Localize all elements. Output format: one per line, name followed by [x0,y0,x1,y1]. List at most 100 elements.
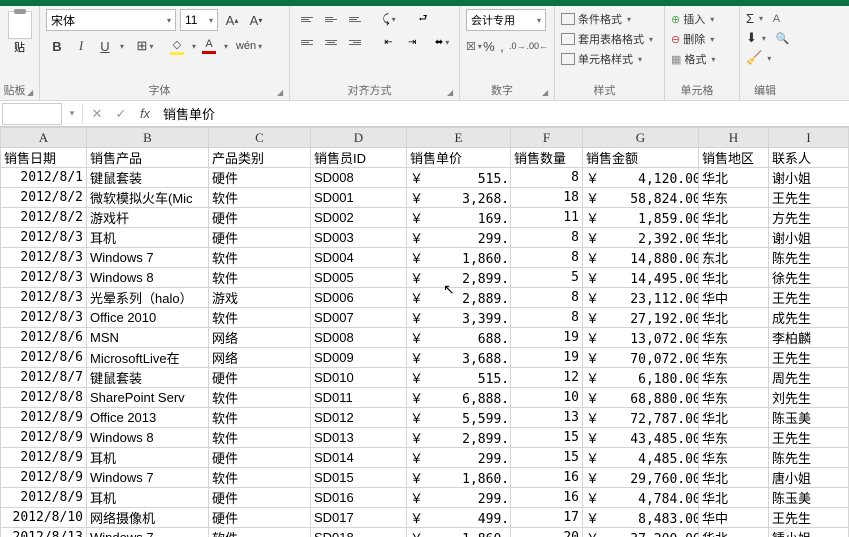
cell[interactable]: Windows 7 [87,248,209,268]
cell[interactable]: 2012/8/7 [1,368,87,388]
table-row[interactable]: 2012/8/3Windows 8软件SD005￥ 2,899.005￥ 14,… [1,268,849,288]
cell[interactable]: SD011 [311,388,407,408]
table-row[interactable]: 2012/8/7键鼠套装硬件SD010￥ 515.0012￥ 6,180.00华… [1,368,849,388]
cell[interactable]: 键鼠套装 [87,368,209,388]
cell[interactable]: ￥ 4,784.00 [583,488,699,508]
cell[interactable]: 15 [511,428,583,448]
cell[interactable]: 19 [511,348,583,368]
table-row[interactable]: 2012/8/3Office 2010软件SD007￥ 3,399.008￥ 2… [1,308,849,328]
cell[interactable]: Windows 7 [87,528,209,537]
cell[interactable]: 华中 [699,508,769,528]
cell[interactable]: ￥ 70,072.00 [583,348,699,368]
cell[interactable]: ￥ 72,787.00 [583,408,699,428]
cell[interactable]: MicrosoftLive在 [87,348,209,368]
table-row[interactable]: 2012/8/13Windows 7软件SD018￥ 1,860.0020￥ 3… [1,528,849,537]
cell[interactable]: 华东 [699,448,769,468]
cell[interactable]: 耳机 [87,488,209,508]
italic-button[interactable]: I [70,35,92,57]
fx-button[interactable]: fx [133,103,157,125]
cell[interactable]: 游戏 [209,288,311,308]
cell[interactable]: 2012/8/9 [1,468,87,488]
dialog-launcher-icon[interactable]: ◢ [277,88,287,98]
cell[interactable]: 软件 [209,308,311,328]
cell[interactable]: 微软模拟火车(Mic [87,188,209,208]
cell[interactable]: 硬件 [209,208,311,228]
cell[interactable]: ￥ 3,688.00 [407,348,511,368]
insert-button[interactable]: ⊕插入▾ [671,9,733,29]
cell[interactable]: Office 2010 [87,308,209,328]
increase-font-button[interactable]: A▴ [222,10,242,30]
column-header[interactable]: H [699,128,769,148]
format-button[interactable]: ▦格式▾ [671,49,733,69]
cell[interactable]: 华北 [699,488,769,508]
delete-button[interactable]: ⊖删除▾ [671,29,733,49]
number-format-select[interactable]: 会计专用▾ [466,9,546,31]
cell[interactable]: ￥ 3,268.00 [407,188,511,208]
cell[interactable]: ￥ 299.00 [407,488,511,508]
cell[interactable]: SD002 [311,208,407,228]
cell[interactable]: 软件 [209,388,311,408]
cell[interactable]: 8 [511,248,583,268]
column-header[interactable]: C [209,128,311,148]
cell[interactable]: 10 [511,388,583,408]
cell[interactable]: ￥ 515.00 [407,168,511,188]
cell[interactable]: ￥ 14,495.00 [583,268,699,288]
autosum-button[interactable]: Σ▾ A [746,9,794,28]
cell[interactable]: 2012/8/6 [1,328,87,348]
cell[interactable]: 陈玉美 [769,408,849,428]
dialog-launcher-icon[interactable]: ◢ [542,88,552,98]
cell[interactable]: 软件 [209,248,311,268]
accounting-format-button[interactable]: ☒▾ [466,35,482,57]
cell[interactable]: 王先生 [769,508,849,528]
cell[interactable]: Windows 8 [87,268,209,288]
align-middle-button[interactable] [320,9,342,29]
cell[interactable]: ￥ 2,899.00 [407,268,511,288]
cell[interactable]: SharePoint Serv [87,388,209,408]
align-center-button[interactable] [320,32,342,52]
cell[interactable]: SD010 [311,368,407,388]
cell[interactable]: 软件 [209,408,311,428]
cell[interactable]: SD004 [311,248,407,268]
cell[interactable]: 2012/8/10 [1,508,87,528]
cell[interactable]: 王先生 [769,348,849,368]
dialog-launcher-icon[interactable]: ◢ [447,88,457,98]
cell[interactable]: 2012/8/6 [1,348,87,368]
cell[interactable]: MSN [87,328,209,348]
cell[interactable]: SD008 [311,168,407,188]
cell[interactable]: 2012/8/9 [1,448,87,468]
header-cell[interactable]: 销售日期 [1,148,87,168]
accept-formula-button[interactable]: ✓ [109,103,133,125]
cell[interactable]: SD012 [311,408,407,428]
cell[interactable]: ￥ 3,399.00 [407,308,511,328]
cell[interactable]: 华北 [699,308,769,328]
cell[interactable]: 键鼠套装 [87,168,209,188]
header-cell[interactable]: 销售金额 [583,148,699,168]
spreadsheet-grid[interactable]: ↖ ABCDEFGHI 销售日期销售产品产品类别销售员ID销售单价销售数量销售金… [0,127,849,537]
table-row[interactable]: 2012/8/2游戏杆硬件SD002￥ 169.0011￥ 1,859.00华北… [1,208,849,228]
font-color-button[interactable]: A [198,35,220,57]
increase-decimal-button[interactable]: .0→ [509,35,526,57]
cell[interactable]: 华北 [699,208,769,228]
cell[interactable]: 王先生 [769,188,849,208]
cell[interactable]: 东北 [699,248,769,268]
cell[interactable]: 8 [511,228,583,248]
cell[interactable]: 15 [511,448,583,468]
cell[interactable]: SD008 [311,328,407,348]
cell[interactable]: 耳机 [87,448,209,468]
cell[interactable]: ￥ 1,859.00 [583,208,699,228]
cell[interactable]: 16 [511,468,583,488]
table-row[interactable]: 2012/8/3光晕系列（halo）游戏SD006￥ 2,889.008￥ 23… [1,288,849,308]
comma-button[interactable]: , [496,35,508,57]
percent-button[interactable]: % [483,35,495,57]
cell[interactable]: 软件 [209,428,311,448]
align-bottom-button[interactable] [344,9,366,29]
cell[interactable]: SD016 [311,488,407,508]
cell[interactable]: 网络 [209,328,311,348]
cell[interactable]: 李柏麟 [769,328,849,348]
cell[interactable]: 13 [511,408,583,428]
cell[interactable]: ￥ 1,860.00 [407,528,511,537]
cell[interactable]: Windows 7 [87,468,209,488]
cell[interactable]: 华东 [699,428,769,448]
cell[interactable]: 硬件 [209,168,311,188]
table-row[interactable]: 2012/8/9耳机硬件SD016￥ 299.0016￥ 4,784.00华北陈… [1,488,849,508]
